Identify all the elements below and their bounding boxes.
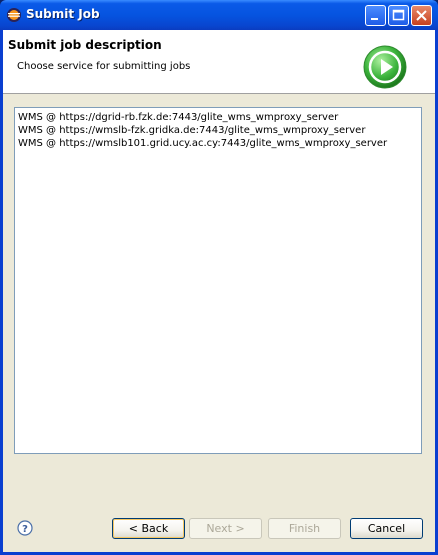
page-title: Submit job description (8, 38, 162, 52)
close-button[interactable] (411, 5, 432, 26)
svg-text:?: ? (22, 524, 28, 535)
title-bar[interactable]: Submit Job (0, 0, 438, 30)
close-icon (416, 10, 427, 21)
list-item[interactable]: WMS @ https://dgrid-rb.fzk.de:7443/glite… (15, 111, 421, 124)
dialog-body: Submit job description Choose service fo… (3, 30, 435, 552)
wizard-header: Submit job description Choose service fo… (3, 30, 435, 94)
finish-button[interactable]: Finish (268, 518, 341, 539)
play-arrow-icon (363, 45, 407, 89)
minimize-icon (371, 18, 378, 20)
window-title: Submit Job (26, 7, 100, 21)
maximize-button[interactable] (388, 5, 409, 26)
cancel-button[interactable]: Cancel (350, 518, 423, 539)
submit-job-window: Submit Job Submit job description Choose… (0, 0, 438, 555)
page-subtitle: Choose service for submitting jobs (17, 61, 191, 72)
help-icon[interactable]: ? (17, 520, 33, 536)
eclipse-logo-icon (7, 8, 21, 22)
maximize-icon (392, 9, 405, 21)
list-item[interactable]: WMS @ https://wmslb101.grid.ucy.ac.cy:74… (15, 137, 421, 150)
minimize-button[interactable] (365, 5, 386, 26)
list-item[interactable]: WMS @ https://wmslb-fzk.gridka.de:7443/g… (15, 124, 421, 137)
next-button[interactable]: Next > (189, 518, 262, 539)
service-list[interactable]: WMS @ https://dgrid-rb.fzk.de:7443/glite… (14, 107, 422, 454)
back-button[interactable]: < Back (112, 518, 185, 539)
